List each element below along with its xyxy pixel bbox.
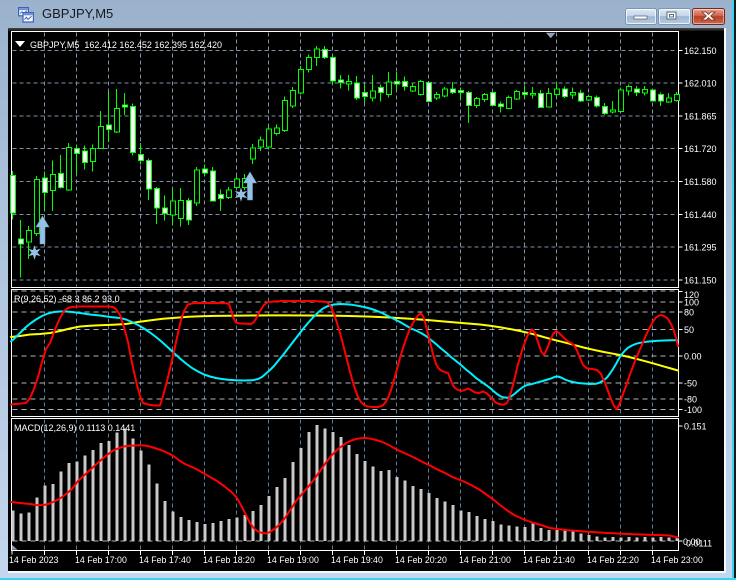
svg-text:14 Feb 21:00: 14 Feb 21:00 <box>459 555 511 565</box>
svg-text:161.150: 161.150 <box>684 275 717 285</box>
svg-text:GBPJPY,M5 162.412 162.452 162: GBPJPY,M5 162.412 162.452 162.395 162.42… <box>30 40 222 50</box>
svg-text:14 Feb 18:20: 14 Feb 18:20 <box>203 555 255 565</box>
svg-text:14 Feb 23:00: 14 Feb 23:00 <box>651 555 703 565</box>
svg-text:161.865: 161.865 <box>684 111 717 121</box>
svg-text:14 Feb 2023: 14 Feb 2023 <box>9 555 59 565</box>
svg-text:0.00: 0.00 <box>684 352 702 362</box>
svg-text:161.580: 161.580 <box>684 177 717 187</box>
svg-text:14 Feb 20:20: 14 Feb 20:20 <box>395 555 447 565</box>
svg-text:MACD(12,26,9) 0.1113 0.1441: MACD(12,26,9) 0.1113 0.1441 <box>14 423 135 433</box>
svg-text:50: 50 <box>684 325 694 335</box>
svg-text:-80: -80 <box>684 395 697 405</box>
svg-text:100: 100 <box>684 298 699 308</box>
svg-text:-100: -100 <box>684 405 702 415</box>
svg-text:161.295: 161.295 <box>684 243 717 253</box>
svg-text:-50: -50 <box>684 379 697 389</box>
svg-text:14 Feb 17:00: 14 Feb 17:00 <box>75 555 127 565</box>
svg-text:R(9,26,52) -68.3 86.2 93.0: R(9,26,52) -68.3 86.2 93.0 <box>14 294 120 304</box>
svg-text:0.0111: 0.0111 <box>686 539 712 549</box>
svg-text:162.150: 162.150 <box>684 46 717 56</box>
svg-text:161.720: 161.720 <box>684 144 717 154</box>
svg-text:162.010: 162.010 <box>684 79 717 89</box>
svg-text:14 Feb 21:40: 14 Feb 21:40 <box>523 555 575 565</box>
svg-text:80: 80 <box>684 308 694 318</box>
svg-text:14 Feb 19:40: 14 Feb 19:40 <box>331 555 383 565</box>
svg-text:14 Feb 22:20: 14 Feb 22:20 <box>587 555 639 565</box>
svg-text:14 Feb 17:40: 14 Feb 17:40 <box>139 555 191 565</box>
svg-text:14 Feb 19:00: 14 Feb 19:00 <box>267 555 319 565</box>
svg-text:161.440: 161.440 <box>684 210 717 220</box>
svg-text:0.151: 0.151 <box>684 422 707 432</box>
